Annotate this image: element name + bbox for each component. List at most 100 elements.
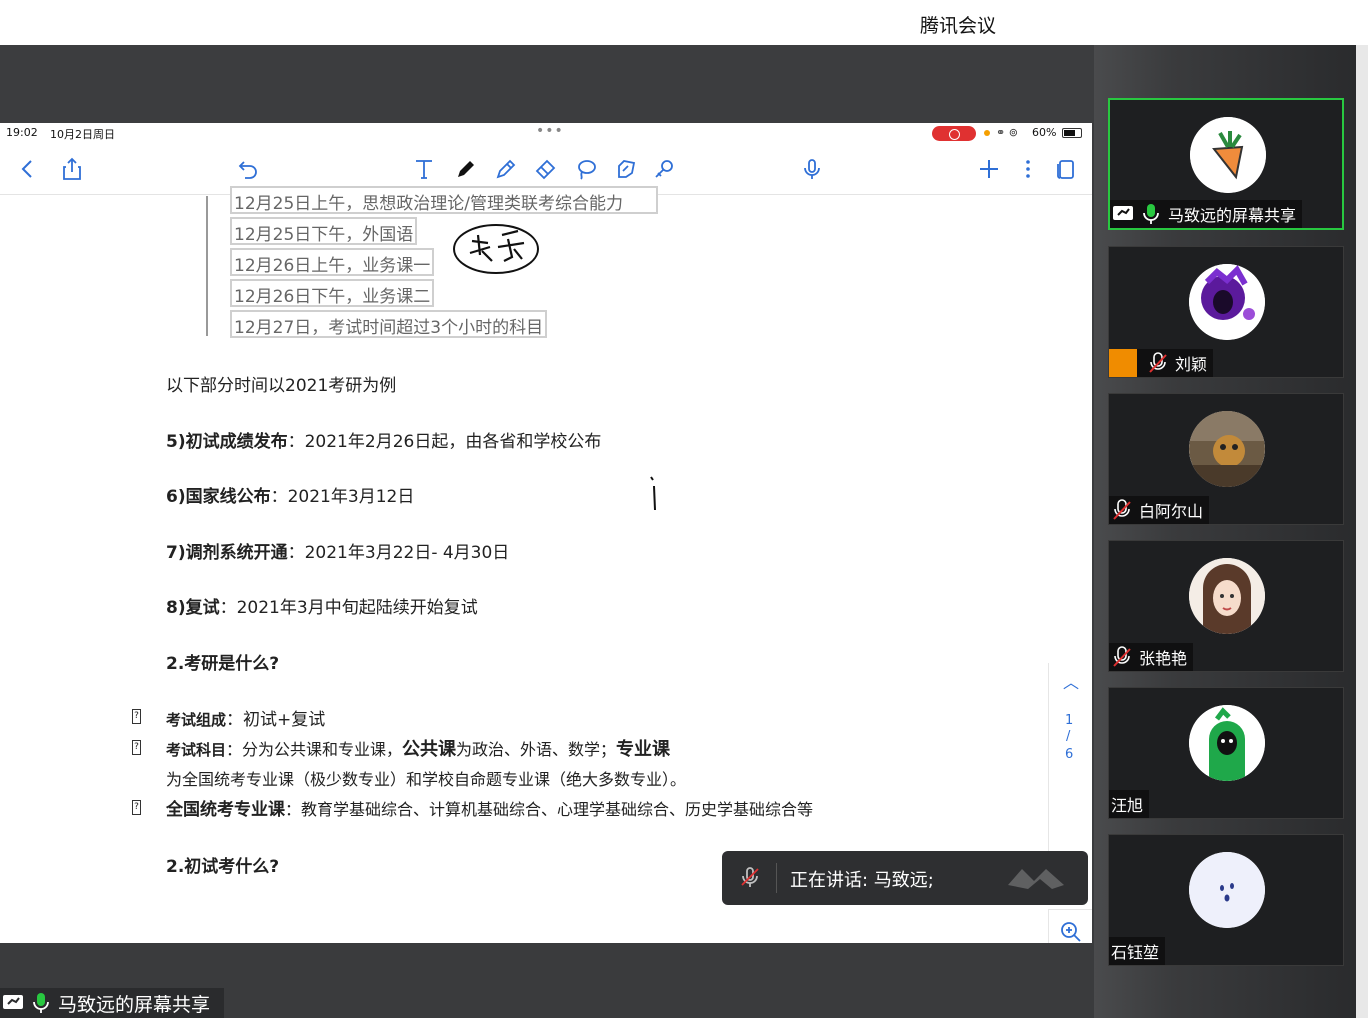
pages-view-icon[interactable]: [1052, 155, 1080, 183]
participant-name: 汪旭: [1111, 796, 1144, 815]
item-8-label: 8)复试: [166, 598, 220, 618]
lasso-icon[interactable]: [572, 155, 600, 183]
battery-percent: 60%: [1032, 126, 1057, 139]
item-6-label: 6)国家线公布: [166, 487, 271, 507]
muted-mic-icon: [1149, 352, 1167, 373]
shared-ipad-screen[interactable]: 19:02 10月2日周日 ••• ⚭ ⊚ 60% 12月25日上午，思想政治理…: [0, 123, 1092, 943]
stage-top-margin: [0, 45, 1094, 123]
participant-tile[interactable]: 汪旭: [1108, 687, 1344, 819]
participant-tile[interactable]: 石钰堃: [1108, 834, 1344, 966]
screen-share-icon: [1113, 206, 1133, 220]
participant-tile[interactable]: 白阿尔山: [1108, 393, 1344, 525]
participant-tile[interactable]: 张艳艳: [1108, 540, 1344, 672]
highlighter-icon[interactable]: [492, 155, 520, 183]
b3-label: 全国统考专业课: [166, 800, 285, 820]
schedule-line-3: 12月26日上午，业务课一: [230, 248, 435, 276]
b1-text: ：初试+复试: [226, 710, 326, 730]
schedule-line-5: 12月27日，考试时间超过3个小时的科目: [230, 310, 548, 338]
handwritten-annotation: [453, 224, 539, 274]
muted-mic-icon: [1113, 499, 1131, 520]
item-8: 8)复试：2021年3月中旬起陆续开始复试: [166, 593, 478, 618]
participant-nametag: 白阿尔山: [1109, 496, 1210, 524]
active-mic-icon: [33, 993, 49, 1013]
schedule-line-1: 12月25日上午，思想政治理论/管理类联考综合能力: [230, 186, 658, 214]
back-chevron-icon[interactable]: [14, 155, 42, 183]
b2-bold2: 专业课: [616, 739, 671, 760]
screen-share-label: 马致远的屏幕共享: [0, 988, 224, 1018]
ghost-avatar-icon: [1189, 852, 1265, 928]
speaking-divider: [776, 863, 777, 893]
girl-illustration-avatar-icon: [1189, 558, 1265, 634]
item-8-sep: ：: [219, 598, 237, 618]
item-7-sep: ：: [287, 543, 305, 563]
person-icon: [1109, 349, 1137, 377]
item-7-label: 7)调剂系统开通: [166, 543, 288, 563]
shared-screen-stage: 19:02 10月2日周日 ••• ⚭ ⊚ 60% 12月25日上午，思想政治理…: [0, 45, 1094, 1018]
item-8-text: 2021年3月中旬起陆续开始复试: [236, 598, 478, 618]
item-6-text: 2021年3月12日: [287, 487, 415, 507]
bullet-marker: ?: [132, 800, 141, 815]
undo-icon[interactable]: [234, 155, 262, 183]
participant-nametag: 张艳艳: [1109, 643, 1194, 671]
item-5-label: 5)初试成绩发布: [166, 432, 288, 452]
scroll-up-chevron-icon[interactable]: ︿: [1063, 669, 1079, 693]
item-6-sep: ：: [270, 487, 288, 507]
screen-share-text: 马致远的屏幕共享: [58, 993, 211, 1016]
b2-text2: 为政治、外语、数学；: [456, 740, 617, 759]
shapes-icon[interactable]: [612, 155, 640, 183]
bullet-national-exam: 全国统考专业课：教育学基础综合、计算机基础综合、心理学基础综合、历史学基础综合等: [166, 795, 813, 820]
left-margin-line: [206, 196, 208, 336]
participant-nametag: 刘颖: [1109, 349, 1214, 377]
share-icon[interactable]: [58, 155, 86, 183]
speaking-text: 正在讲话: 马致远;: [790, 870, 934, 891]
schedule-line-2: 12月25日下午，外国语: [230, 217, 418, 245]
multitask-dots[interactable]: •••: [536, 123, 564, 139]
participant-name: 张艳艳: [1139, 649, 1188, 668]
tencent-meeting-logo-icon: [1004, 863, 1074, 898]
total-pages: 6: [1065, 747, 1074, 762]
elements-icon[interactable]: [650, 155, 678, 183]
participant-name: 白阿尔山: [1139, 502, 1204, 521]
ipad-status-bar: 19:02 10月2日周日 ••• ⚭ ⊚ 60%: [0, 123, 1092, 143]
status-time: 19:02: [6, 126, 38, 139]
heading-what-is: 2.考研是什么?: [166, 654, 280, 674]
system-status-icons: ⚭ ⊚: [996, 126, 1018, 139]
add-page-icon[interactable]: [975, 155, 1003, 183]
b2-label: 考试科目: [166, 741, 227, 759]
participant-tile[interactable]: 刘颖: [1108, 246, 1344, 378]
page-slash: /: [1066, 729, 1071, 744]
window-edge: [1356, 45, 1368, 1018]
intro-text: 以下部分时间以2021考研为例: [166, 376, 397, 396]
b2-bold1: 公共课: [402, 739, 457, 760]
muted-mic-icon[interactable]: [738, 865, 762, 894]
document-page[interactable]: 12月25日上午，思想政治理论/管理类联考综合能力 12月25日下午，外国语 1…: [0, 186, 1092, 943]
item-7-text: 2021年3月22日- 4月30日: [304, 543, 510, 563]
b1-label: 考试组成: [166, 711, 227, 729]
text-tool-icon[interactable]: [410, 155, 438, 183]
participant-name: 刘颖: [1175, 355, 1208, 374]
more-options-icon[interactable]: [1014, 155, 1042, 183]
title-bar: 腾讯会议: [0, 0, 1368, 45]
participant-nametag: 马致远的屏幕共享: [1110, 200, 1303, 228]
participant-tile[interactable]: 马致远的屏幕共享: [1108, 98, 1344, 230]
zoom-in-icon[interactable]: [1048, 909, 1092, 943]
bullet-marker: ?: [132, 740, 141, 755]
muted-mic-icon: [1113, 646, 1131, 667]
eraser-icon[interactable]: [532, 155, 560, 183]
pen-tool-icon[interactable]: [452, 155, 480, 183]
pen-stroke-mark: [650, 476, 656, 511]
screen-share-icon: [3, 995, 23, 1009]
participant-nametag: 石钰堃: [1109, 937, 1166, 965]
bullet-exam-composition: 考试组成：初试+复试: [166, 705, 325, 730]
participant-nametag: 汪旭: [1109, 790, 1150, 818]
item-5-sep: ：: [287, 432, 305, 452]
item-6: 6)国家线公布：2021年3月12日: [166, 482, 414, 507]
b3-text: ：教育学基础综合、计算机基础综合、心理学基础综合、历史学基础综合等: [285, 800, 814, 819]
microphone-icon[interactable]: [798, 155, 826, 183]
heading-what-to-test: 2.初试考什么?: [166, 857, 280, 877]
screen-recording-icon: [932, 126, 976, 141]
purple-character-avatar-icon: [1189, 264, 1265, 340]
mic-indicator-icon: [984, 130, 990, 136]
app-title: 腾讯会议: [920, 15, 997, 37]
bullet-exam-subjects: 考试科目：分为公共课和专业课，公共课为政治、外语、数学；专业课: [166, 735, 670, 761]
